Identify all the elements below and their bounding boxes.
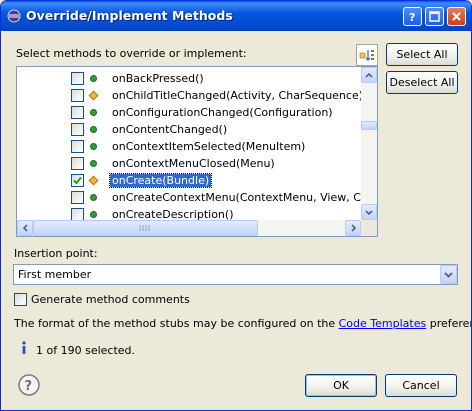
- window-title: Override/Implement Methods: [26, 8, 233, 23]
- method-name: onCreate(Bundle): [108, 173, 213, 188]
- method-checkbox[interactable]: [71, 123, 84, 136]
- method-row[interactable]: onContextMenuClosed(Menu): [17, 155, 361, 172]
- method-name: onBackPressed(): [112, 72, 204, 85]
- method-row[interactable]: onCreate(Bundle): [17, 172, 361, 189]
- title-bar[interactable]: Override/Implement Methods ?: [1, 1, 471, 31]
- method-row[interactable]: onBackPressed(): [17, 70, 361, 87]
- select-all-button[interactable]: Select All: [386, 43, 458, 66]
- methods-tree[interactable]: onBackPressed() onChildTitleChanged(Activ…: [16, 66, 378, 237]
- public-method-icon: [90, 160, 97, 167]
- method-checkbox[interactable]: [71, 157, 84, 170]
- sort-icon: [359, 50, 374, 61]
- scroll-up-button[interactable]: [361, 67, 377, 83]
- method-row[interactable]: onConfigurationChanged(Configuration): [17, 104, 361, 121]
- protected-method-icon: [88, 175, 99, 186]
- dialog-window: Override/Implement Methods ? Select meth…: [0, 0, 472, 411]
- insertion-point-select[interactable]: First member: [13, 264, 458, 285]
- code-templates-link[interactable]: Code Templates: [339, 317, 427, 330]
- method-checkbox[interactable]: [71, 72, 84, 85]
- horizontal-scrollbar[interactable]: [17, 220, 361, 236]
- dropdown-button[interactable]: [440, 265, 457, 284]
- generate-comments-checkbox[interactable]: [14, 293, 27, 306]
- method-checkbox[interactable]: [71, 89, 84, 102]
- chevron-left-icon: [22, 224, 28, 232]
- method-row[interactable]: onContextItemSelected(MenuItem): [17, 138, 361, 155]
- ok-button[interactable]: OK: [305, 374, 377, 397]
- insertion-point-label: Insertion point:: [14, 247, 98, 260]
- help-button[interactable]: ?: [18, 374, 40, 396]
- method-checkbox[interactable]: [71, 174, 84, 187]
- maximize-button[interactable]: [425, 7, 444, 26]
- selection-status: 1 of 190 selected.: [36, 344, 136, 357]
- help-title-button[interactable]: ?: [403, 7, 422, 26]
- chevron-up-icon: [365, 72, 373, 78]
- svg-text:?: ?: [409, 11, 415, 24]
- svg-text:?: ?: [25, 379, 33, 394]
- scroll-left-button[interactable]: [17, 220, 33, 236]
- public-method-icon: [90, 109, 97, 116]
- public-method-icon: [90, 143, 97, 150]
- method-checkbox[interactable]: [71, 140, 84, 153]
- insertion-point-value: First member: [18, 268, 92, 281]
- scroll-down-button[interactable]: [361, 204, 377, 220]
- method-checkbox[interactable]: [71, 191, 84, 204]
- help-icon: ?: [18, 374, 40, 396]
- generate-comments-label[interactable]: Generate method comments: [31, 293, 190, 306]
- method-name: onContentChanged(): [112, 123, 228, 136]
- method-row[interactable]: onChildTitleChanged(Activity, CharSequen…: [17, 87, 364, 104]
- chevron-down-icon: [444, 272, 453, 278]
- protected-method-icon: [88, 90, 99, 101]
- method-name: onCreateContextMenu(ContextMenu, View, C…: [112, 191, 377, 204]
- public-method-icon: [90, 194, 97, 201]
- info-icon: [18, 340, 30, 356]
- close-button[interactable]: [447, 7, 466, 26]
- cancel-button[interactable]: Cancel: [385, 374, 457, 397]
- method-checkbox[interactable]: [71, 106, 84, 119]
- horizontal-scroll-thumb[interactable]: [33, 220, 258, 236]
- vertical-scroll-thumb[interactable]: [361, 121, 377, 130]
- eclipse-icon: [7, 9, 21, 23]
- chevron-down-icon: [365, 210, 373, 216]
- method-name: onConfigurationChanged(Configuration): [112, 106, 333, 119]
- public-method-icon: [90, 211, 97, 218]
- format-note: The format of the method stubs may be co…: [14, 317, 471, 330]
- method-name: onChildTitleChanged(Activity, CharSequen…: [112, 89, 364, 102]
- scroll-right-button[interactable]: [345, 220, 361, 236]
- methods-prompt-label: Select methods to override or implement:: [16, 47, 247, 60]
- public-method-icon: [90, 126, 97, 133]
- method-name: onContextMenuClosed(Menu): [112, 157, 275, 170]
- method-row[interactable]: onContentChanged(): [17, 121, 361, 138]
- deselect-all-button[interactable]: Deselect All: [386, 71, 458, 94]
- sort-toggle-button[interactable]: [356, 44, 378, 66]
- public-method-icon: [90, 75, 97, 82]
- vertical-scrollbar[interactable]: [361, 67, 377, 220]
- chevron-right-icon: [351, 224, 357, 232]
- checkmark-icon: [73, 176, 82, 185]
- method-row[interactable]: onCreateContextMenu(ContextMenu, View, C…: [17, 189, 377, 206]
- method-name: onContextItemSelected(MenuItem): [112, 140, 306, 153]
